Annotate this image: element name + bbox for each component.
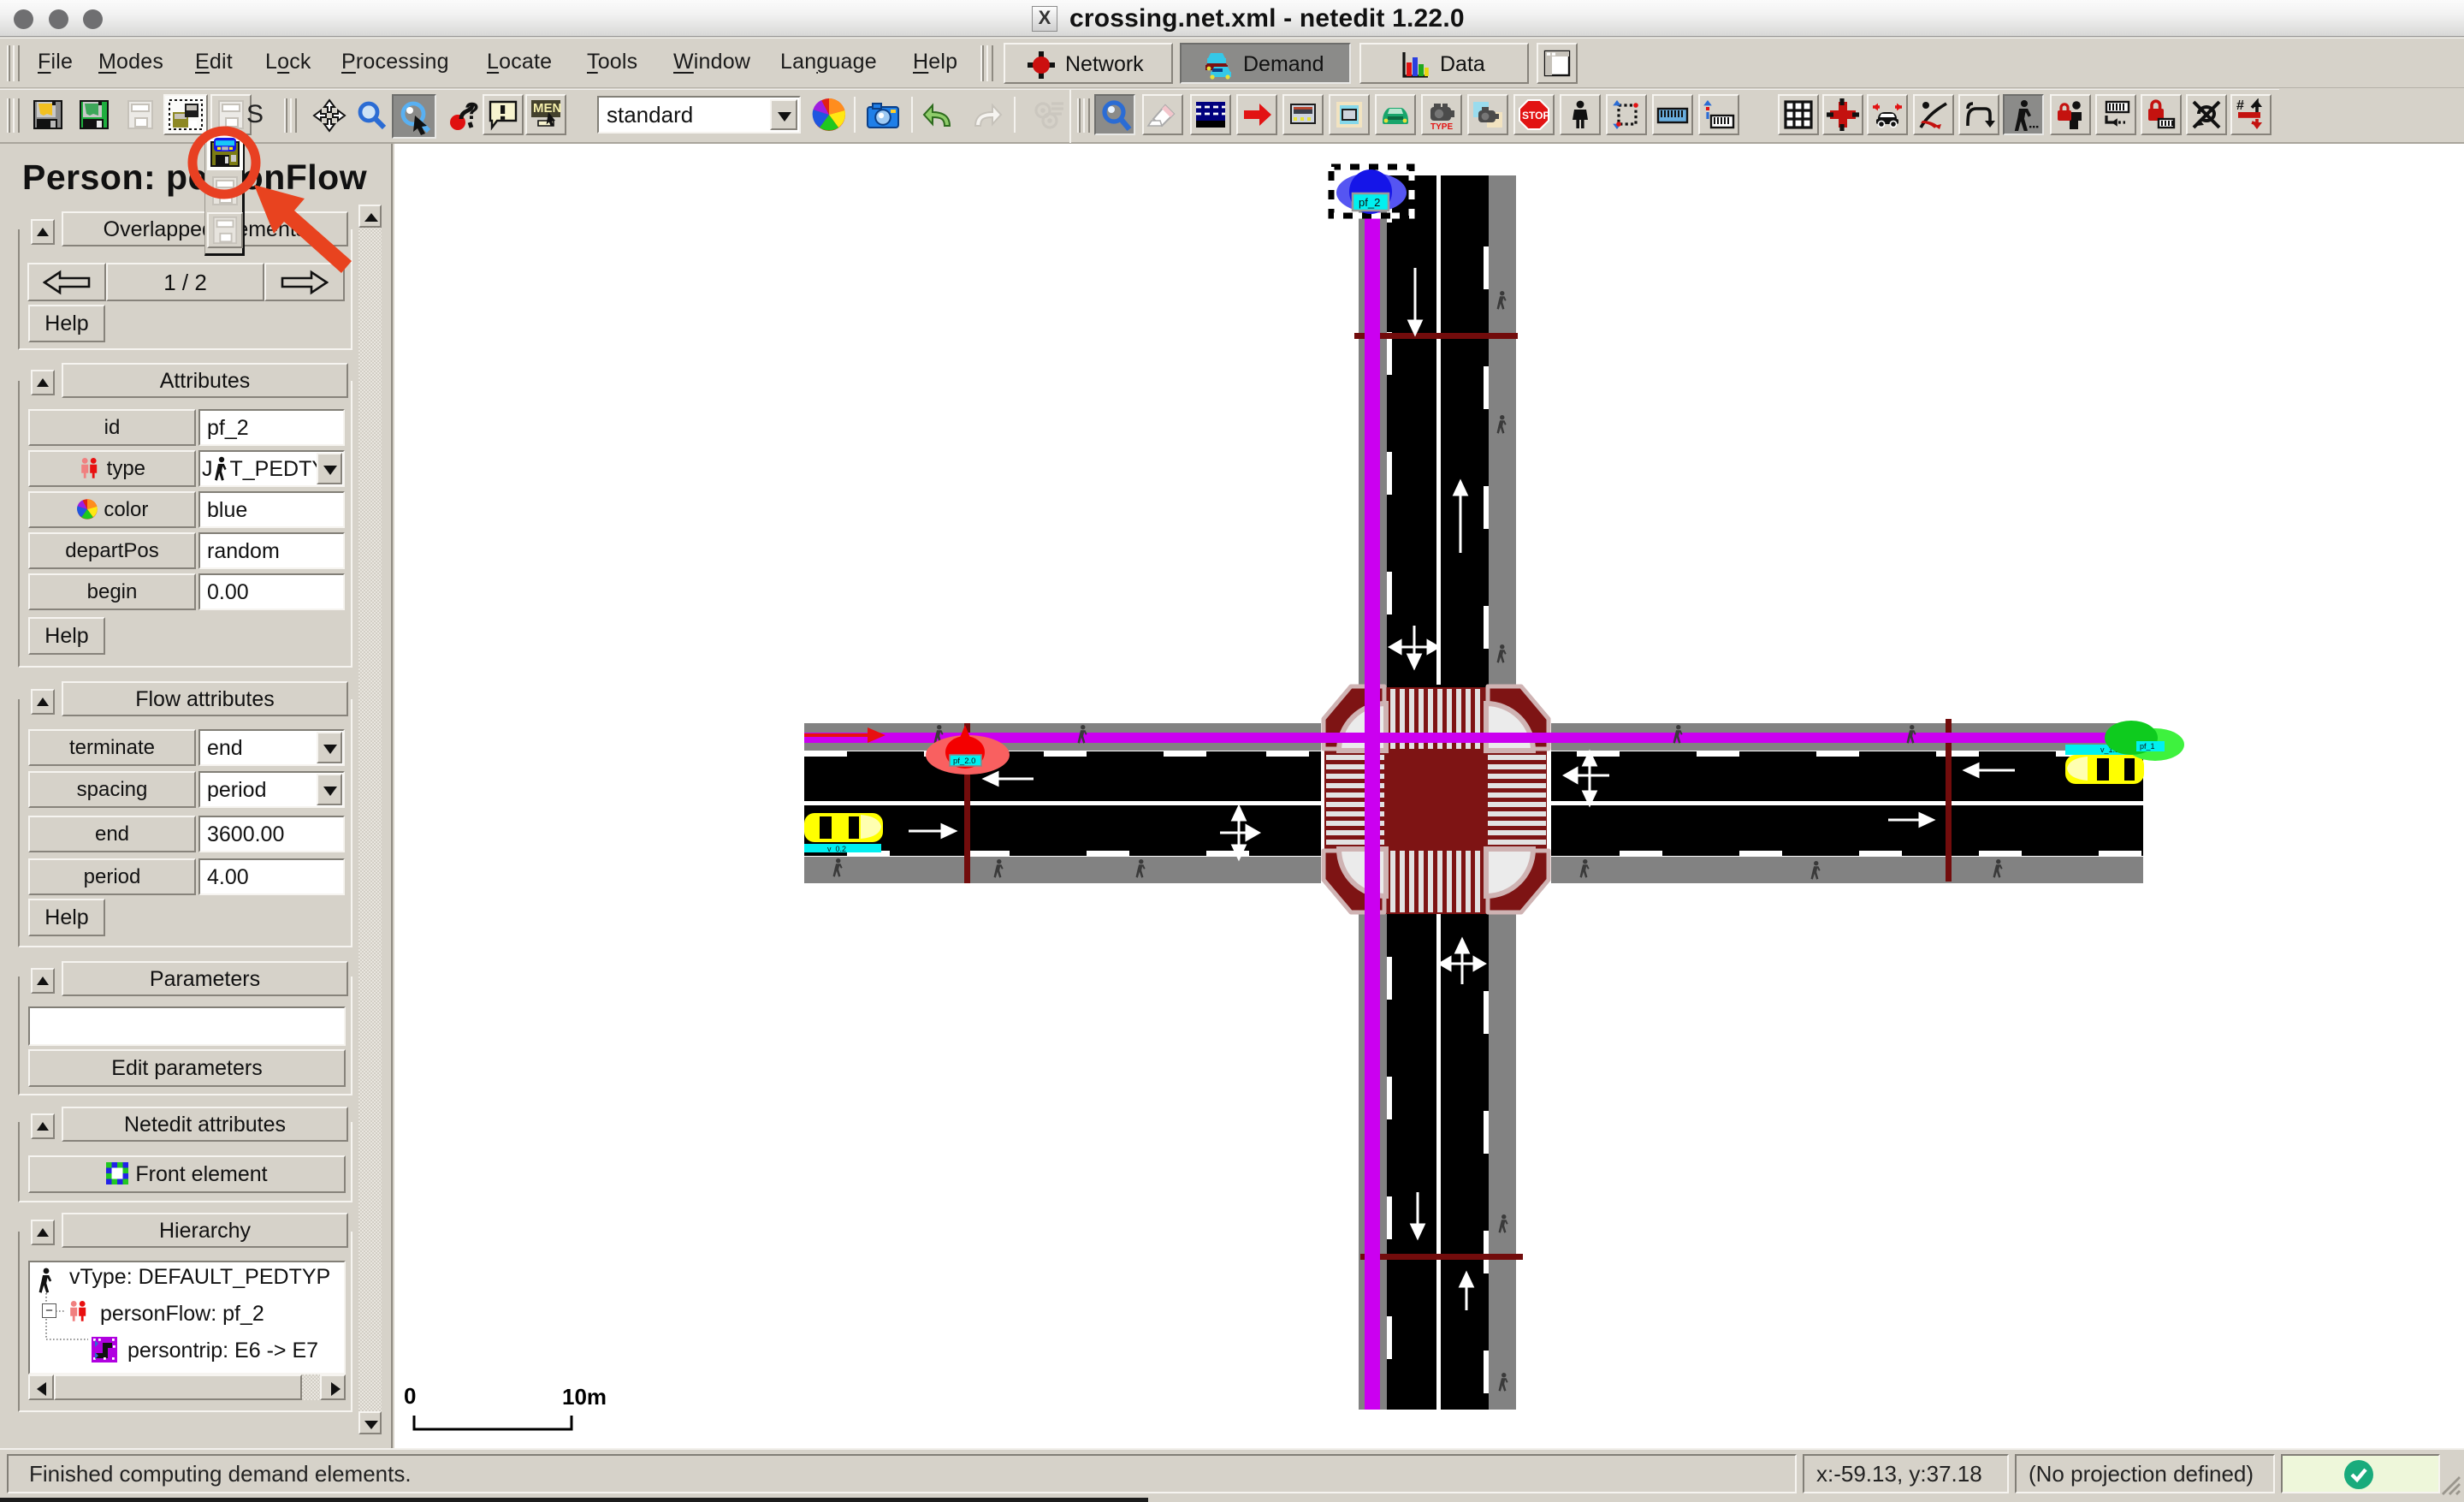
- svg-text:MENU: MENU: [533, 101, 562, 116]
- svg-text:pf_2: pf_2: [1359, 196, 1380, 209]
- svg-text:#: #: [2236, 98, 2244, 113]
- svg-text:TYPE: TYPE: [1430, 122, 1453, 131]
- svg-text:pf_2.0: pf_2.0: [953, 757, 975, 766]
- svg-text:v_0.2: v_0.2: [827, 845, 846, 853]
- svg-text:STOP: STOP: [1522, 110, 1549, 122]
- svg-text:10m: 10m: [562, 1384, 607, 1410]
- svg-text:0: 0: [404, 1383, 416, 1409]
- svg-text:pf_1: pf_1: [2140, 742, 2155, 751]
- svg-text:?: ?: [465, 98, 479, 124]
